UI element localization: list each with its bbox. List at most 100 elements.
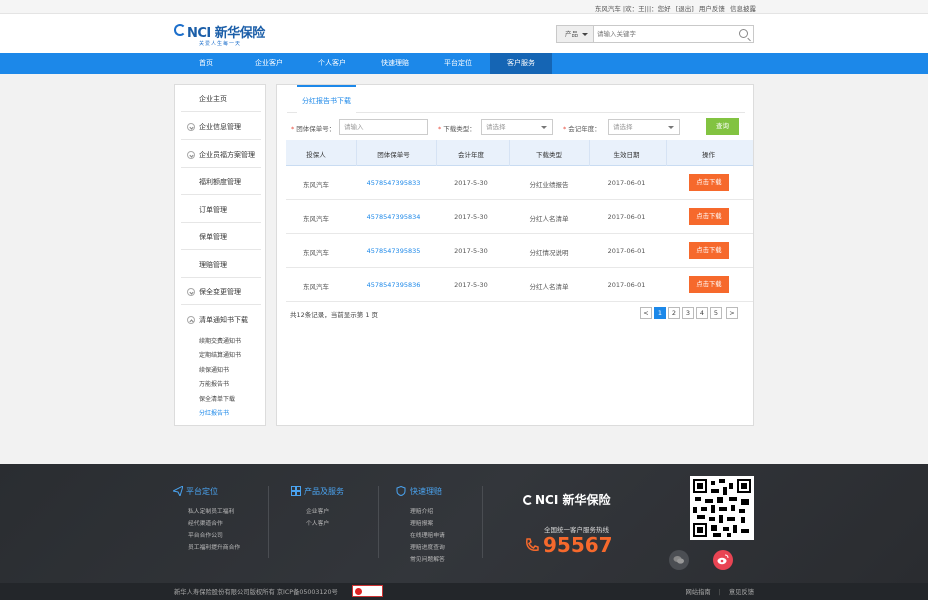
- prev-page-button[interactable]: <: [640, 307, 652, 319]
- main-nav: 首页 企业客户 个人客户 快速理赔 平台定位 客户服务: [0, 53, 928, 74]
- nav-home[interactable]: 首页: [175, 53, 237, 74]
- download-type-select[interactable]: 请选择: [481, 119, 553, 135]
- page-button[interactable]: 2: [668, 307, 680, 319]
- footer-link[interactable]: 个人客户: [306, 518, 329, 527]
- footer-divider: [268, 486, 269, 558]
- footer-link[interactable]: 员工福利提升商合作: [188, 542, 240, 551]
- sidebar-item-orders[interactable]: 订单管理: [181, 196, 261, 223]
- cell-policy-link[interactable]: 4578547395833: [356, 179, 431, 187]
- col-holder: 投保人: [306, 151, 326, 159]
- cell-date: 2017-06-01: [607, 281, 646, 289]
- footer-link[interactable]: 企业客户: [306, 506, 329, 515]
- sidebar-item-quota[interactable]: 福利额度管理: [181, 168, 261, 195]
- sidebar-item-policies[interactable]: 保单管理: [181, 223, 261, 250]
- sidebar-item-label: 理赔管理: [199, 261, 227, 269]
- sidebar-subitem-settlement[interactable]: 定期结算通知书: [199, 350, 241, 359]
- cell-policy-link[interactable]: 4578547395835: [356, 247, 431, 255]
- logout-link[interactable]: [退出]: [676, 5, 694, 13]
- info-disclosure-link[interactable]: 信息披露: [730, 5, 756, 13]
- page-button[interactable]: 5: [710, 307, 722, 319]
- sidebar-subitem-preservation-list[interactable]: 保全清单下载: [199, 394, 235, 403]
- sidebar-item-claims[interactable]: 理赔管理: [181, 251, 261, 278]
- sidebar-subitem-renewal-payment[interactable]: 续期交费通知书: [199, 336, 241, 345]
- bottom-links: 网站指南 | 意见反馈: [685, 587, 754, 596]
- search-category-select[interactable]: 产品: [557, 26, 594, 42]
- download-type-label: * 下载类型：: [438, 125, 476, 133]
- weibo-icon[interactable]: [713, 550, 733, 570]
- logo-icon: [523, 495, 533, 505]
- nav-platform[interactable]: 平台定位: [427, 53, 489, 74]
- cell-holder: 东风汽车: [303, 215, 329, 223]
- top-bar-links: 东风汽车 |欢：王|||：您好 [退出] 用户反馈 信息披露: [592, 3, 756, 13]
- next-page-button[interactable]: >: [726, 307, 738, 319]
- sidebar-item-label: 企业主页: [199, 95, 227, 103]
- policy-number-input[interactable]: 请输入: [339, 119, 428, 135]
- expand-icon: [187, 288, 195, 296]
- link-separator: |: [718, 589, 721, 596]
- phone-icon: [526, 538, 539, 551]
- nav-quick-claims[interactable]: 快速理赔: [364, 53, 426, 74]
- search-input[interactable]: [597, 27, 732, 41]
- table-row: 东风汽车 4578547395835 2017-5-30 分红情况说明 2017…: [286, 234, 753, 268]
- cell-type: 分红情况说明: [529, 249, 569, 257]
- download-button[interactable]: 点击下载: [689, 276, 729, 293]
- user-feedback-link[interactable]: 用户反馈: [699, 5, 725, 13]
- cell-date: 2017-06-01: [607, 179, 646, 187]
- footer-link[interactable]: 私人定制员工福利: [188, 506, 234, 515]
- sidebar-subitem-renewal-notice[interactable]: 续保通知书: [199, 365, 229, 374]
- cell-year: 2017-5-30: [454, 213, 488, 221]
- col-date: 生效日期: [613, 151, 640, 159]
- search-icon[interactable]: [739, 29, 748, 38]
- sidebar-item-notice-download[interactable]: 清单通知书下载: [181, 306, 261, 333]
- wechat-glyph: [673, 556, 684, 564]
- footer-divider: [378, 486, 379, 558]
- footer-link[interactable]: 在线理赔申请: [410, 530, 445, 539]
- footer-link[interactable]: 理赔报案: [410, 518, 433, 527]
- grid-icon: [291, 486, 301, 496]
- download-button[interactable]: 点击下载: [689, 174, 729, 191]
- nav-personal[interactable]: 个人客户: [301, 53, 363, 74]
- download-button[interactable]: 点击下载: [689, 242, 729, 259]
- wechat-icon[interactable]: [669, 550, 689, 570]
- sidebar-item-preservation[interactable]: 保全变更管理: [181, 278, 261, 305]
- trust-badge-icon[interactable]: [352, 585, 383, 597]
- cell-date: 2017-06-01: [607, 213, 646, 221]
- footer-link[interactable]: 平台合作公司: [188, 530, 223, 539]
- sidebar-item-home[interactable]: 企业主页: [181, 85, 261, 112]
- footer-link[interactable]: 经代渠道合作: [188, 518, 223, 527]
- qr-code: [690, 476, 754, 540]
- page-button[interactable]: 1: [654, 307, 666, 319]
- weibo-glyph: [717, 554, 729, 565]
- footer-link[interactable]: 理赔进度查询: [410, 542, 445, 551]
- sidebar-item-label: 企业员福方案管理: [199, 151, 255, 159]
- cell-type: 分红人名清单: [529, 283, 569, 291]
- bottom-bar: 新华人寿保险股份有限公司版权所有 京ICP备05003120号 网站指南 | 意…: [0, 583, 928, 600]
- sidebar-item-label: 保单管理: [199, 233, 227, 241]
- tab-dividend-download[interactable]: 分红报告书下载: [297, 85, 356, 113]
- col-policy: 团体保单号: [377, 151, 410, 159]
- cell-holder: 东风汽车: [303, 249, 329, 257]
- sidebar-subitem-universal-report[interactable]: 万能报告书: [199, 379, 229, 388]
- logo-text: NCI 新华保险: [187, 26, 265, 41]
- page-button[interactable]: 3: [682, 307, 694, 319]
- site-guide-link[interactable]: 网站指南: [685, 589, 710, 596]
- logo-icon: [174, 24, 186, 36]
- nav-customer-service[interactable]: 客户服务: [490, 53, 552, 74]
- download-button[interactable]: 点击下载: [689, 208, 729, 225]
- cell-policy-link[interactable]: 4578547395836: [356, 281, 431, 289]
- nav-enterprise[interactable]: 企业客户: [238, 53, 300, 74]
- feedback-link[interactable]: 意见反馈: [729, 589, 754, 596]
- page-button[interactable]: 4: [696, 307, 708, 319]
- sidebar-item-label: 保全变更管理: [199, 288, 241, 296]
- sidebar-item-company-info[interactable]: 企业信息管理: [181, 113, 261, 140]
- fiscal-year-select[interactable]: 请选择: [608, 119, 680, 135]
- sidebar-item-benefit-plan[interactable]: 企业员福方案管理: [181, 141, 261, 168]
- footer-link[interactable]: 理赔介绍: [410, 506, 433, 515]
- query-button[interactable]: 查询: [706, 118, 739, 135]
- footer-link[interactable]: 常见问题解答: [410, 554, 445, 563]
- logo[interactable]: NCI 新华保险 关爱人生每一天: [174, 22, 274, 48]
- sidebar-subitem-dividend-report[interactable]: 分红报告书: [199, 408, 229, 417]
- cell-policy-link[interactable]: 4578547395834: [356, 213, 431, 221]
- sidebar: 企业主页 企业信息管理 企业员福方案管理 福利额度管理 订单管理 保单管理 理赔…: [174, 84, 266, 426]
- policy-label: * 团体保单号：: [291, 125, 336, 133]
